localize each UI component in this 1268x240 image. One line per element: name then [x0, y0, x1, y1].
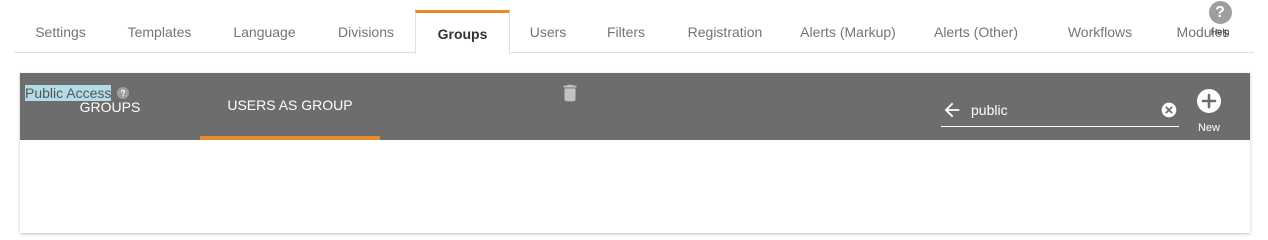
help-label: Help: [1210, 27, 1230, 37]
groups-panel: GROUPS USERS AS GROUP New: [20, 73, 1250, 233]
new-label: New: [1197, 122, 1220, 134]
tab-workflows[interactable]: Workflows: [1040, 10, 1160, 53]
question-icon: ?: [1208, 1, 1232, 24]
help-button[interactable]: ? Help: [1200, 1, 1240, 37]
top-tab-bar: Settings Templates Language Divisions Gr…: [14, 0, 1254, 54]
tab-language[interactable]: Language: [212, 10, 317, 53]
tab-templates[interactable]: Templates: [111, 10, 208, 53]
tab-settings[interactable]: Settings: [14, 10, 107, 53]
pencil-icon[interactable]: [510, 82, 532, 104]
tab-divisions[interactable]: Divisions: [321, 10, 411, 53]
subtab-groups[interactable]: GROUPS: [60, 73, 160, 140]
search-input[interactable]: [971, 99, 1151, 121]
tab-registration[interactable]: Registration: [670, 10, 780, 53]
plus-circle-icon: [1197, 89, 1221, 113]
tab-groups[interactable]: Groups: [415, 10, 510, 54]
tab-users[interactable]: Users: [514, 10, 582, 53]
trash-icon: [563, 84, 577, 102]
search-box: [941, 97, 1179, 127]
tab-filters[interactable]: Filters: [586, 10, 666, 53]
panel-header: GROUPS USERS AS GROUP New: [20, 73, 1250, 140]
clear-icon[interactable]: [1161, 102, 1177, 118]
group-name[interactable]: Public Access: [25, 85, 112, 101]
new-button[interactable]: New: [1194, 89, 1224, 134]
subtab-users-as-group[interactable]: USERS AS GROUP: [200, 73, 380, 140]
tab-alerts-markup[interactable]: Alerts (Markup): [784, 10, 912, 53]
arrow-left-icon[interactable]: [941, 99, 963, 121]
question-icon[interactable]: [117, 87, 129, 99]
tab-alerts-other[interactable]: Alerts (Other): [916, 10, 1036, 53]
